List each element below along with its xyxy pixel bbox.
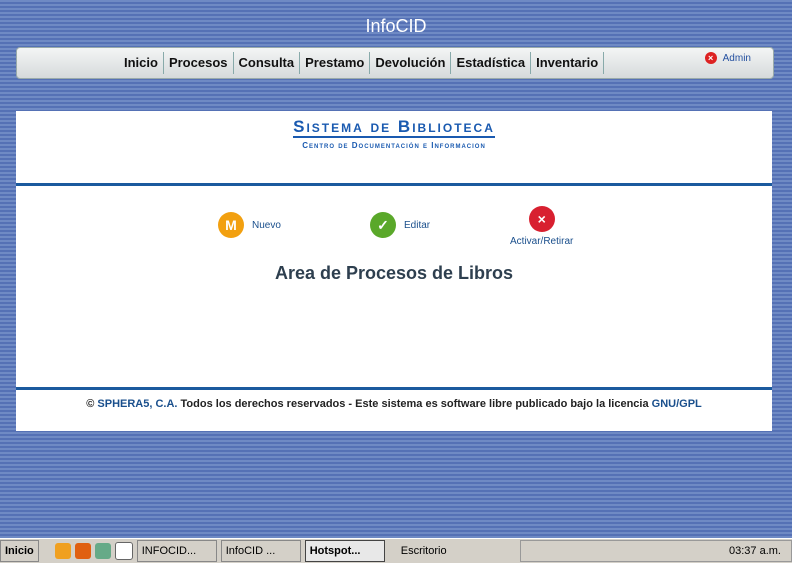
new-label: Nuevo — [252, 219, 281, 231]
start-button[interactable]: Inicio — [0, 540, 39, 562]
menu-procesos[interactable]: Procesos — [164, 52, 234, 74]
app-title: InfoCID — [365, 16, 427, 36]
main-panel: Sistema de Biblioteca Centro de Document… — [16, 111, 772, 431]
task-infocid-2[interactable]: InfoCID ... — [220, 540, 301, 562]
clock-icon[interactable] — [54, 543, 71, 559]
new-button[interactable]: M Nuevo — [218, 212, 281, 238]
toggle-button[interactable]: × Activar/Retirar — [510, 206, 573, 247]
clock: 03:37 a.m. — [729, 545, 781, 557]
divider — [16, 387, 772, 390]
x-icon: × — [528, 206, 555, 232]
close-icon: × — [704, 52, 717, 64]
footer: © SPHERA5, C.A. Todos los derechos reser… — [86, 398, 702, 410]
menu-inventario[interactable]: Inventario — [531, 52, 605, 74]
menu-estadistica[interactable]: Estadística — [451, 52, 532, 74]
edit-label: Editar — [404, 219, 431, 231]
license-link[interactable]: GNU/GPL — [652, 398, 702, 410]
menu-devolucion[interactable]: Devolución — [370, 52, 452, 74]
nav-bar: Inicio Procesos Consulta Prestamo Devolu… — [16, 47, 774, 79]
taskbar: Inicio INFOCID... InfoCID ... Hotspot...… — [0, 538, 792, 563]
admin-label: Admin — [722, 52, 751, 64]
company-link[interactable]: SPHERA5, C.A. — [97, 398, 177, 410]
admin-logout[interactable]: × Admin — [704, 52, 751, 64]
divider — [16, 183, 772, 186]
check-icon: ✓ — [370, 212, 396, 238]
menu-consulta[interactable]: Consulta — [234, 52, 301, 74]
menu-prestamo[interactable]: Prestamo — [300, 52, 371, 74]
task-hotspot[interactable]: Hotspot... — [304, 540, 385, 562]
notepad-icon[interactable] — [94, 543, 111, 559]
wordpad-icon[interactable] — [114, 542, 133, 560]
toggle-label: Activar/Retirar — [510, 236, 574, 247]
menu-inicio[interactable]: Inicio — [119, 52, 164, 74]
edit-button[interactable]: ✓ Editar — [370, 212, 430, 238]
logo-title: Sistema de Biblioteca — [293, 117, 495, 138]
page-heading: Area de Procesos de Libros — [274, 263, 514, 283]
desktop-toolbar[interactable]: Escritorio — [401, 545, 447, 557]
task-infocid-1[interactable]: INFOCID... — [136, 540, 217, 562]
firefox-icon[interactable] — [74, 543, 91, 559]
new-icon: M — [218, 212, 244, 238]
system-tray: 03:37 a.m. — [520, 540, 792, 562]
logo-subtitle: Centro de Documentación e Informacion — [302, 141, 486, 150]
